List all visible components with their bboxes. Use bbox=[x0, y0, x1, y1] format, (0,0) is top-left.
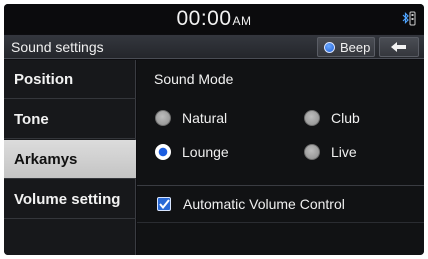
back-button[interactable] bbox=[379, 37, 419, 57]
sidebar: Position Tone Arkamys Volume setting bbox=[4, 60, 136, 255]
radio-natural[interactable]: Natural bbox=[155, 109, 227, 127]
divider bbox=[137, 185, 424, 186]
page-title: Sound settings bbox=[11, 39, 104, 55]
radio-button-selected-icon bbox=[155, 144, 171, 160]
sidebar-item-tone[interactable]: Tone bbox=[4, 100, 136, 139]
radio-label: Live bbox=[331, 144, 357, 160]
clock: 00:00AM bbox=[4, 7, 424, 31]
sidebar-item-label: Position bbox=[14, 70, 74, 88]
radio-button-icon bbox=[155, 110, 171, 126]
checkbox-checked-icon bbox=[157, 197, 171, 211]
sidebar-item-label: Tone bbox=[14, 110, 49, 128]
clock-time: 00:00 bbox=[176, 7, 232, 30]
main-panel: Sound Mode Natural Club Lounge Live Auto… bbox=[137, 60, 424, 255]
divider bbox=[137, 222, 424, 223]
screen: 00:00AM Sound settings Beep Position Ton… bbox=[0, 0, 428, 259]
head-unit-display: 00:00AM Sound settings Beep Position Ton… bbox=[4, 4, 424, 255]
radio-button-icon bbox=[304, 110, 320, 126]
sound-mode-title: Sound Mode bbox=[154, 71, 234, 87]
radio-label: Natural bbox=[182, 110, 228, 126]
sidebar-item-volume-setting[interactable]: Volume setting bbox=[4, 180, 136, 219]
clock-ampm: AM bbox=[232, 14, 252, 28]
sidebar-item-label: Arkamys bbox=[14, 150, 78, 168]
sidebar-item-position[interactable]: Position bbox=[4, 60, 136, 99]
sidebar-item-arkamys[interactable]: Arkamys bbox=[4, 140, 136, 179]
radio-label: Lounge bbox=[182, 144, 229, 160]
beep-button[interactable]: Beep bbox=[317, 37, 375, 57]
status-bar: 00:00AM bbox=[4, 4, 424, 34]
radio-lounge[interactable]: Lounge bbox=[155, 143, 229, 161]
automatic-volume-control-checkbox[interactable]: Automatic Volume Control bbox=[157, 196, 345, 212]
beep-label: Beep bbox=[340, 39, 371, 55]
checkbox-label: Automatic Volume Control bbox=[183, 196, 345, 212]
title-bar: Sound settings Beep bbox=[4, 35, 424, 59]
radio-label: Club bbox=[331, 110, 360, 126]
back-arrow-icon bbox=[391, 42, 406, 52]
beep-indicator-icon bbox=[324, 41, 335, 53]
bluetooth-phone-icon bbox=[402, 11, 416, 27]
radio-live[interactable]: Live bbox=[304, 143, 357, 161]
sidebar-item-label: Volume setting bbox=[14, 190, 121, 208]
radio-button-icon bbox=[304, 144, 320, 160]
radio-club[interactable]: Club bbox=[304, 109, 360, 127]
